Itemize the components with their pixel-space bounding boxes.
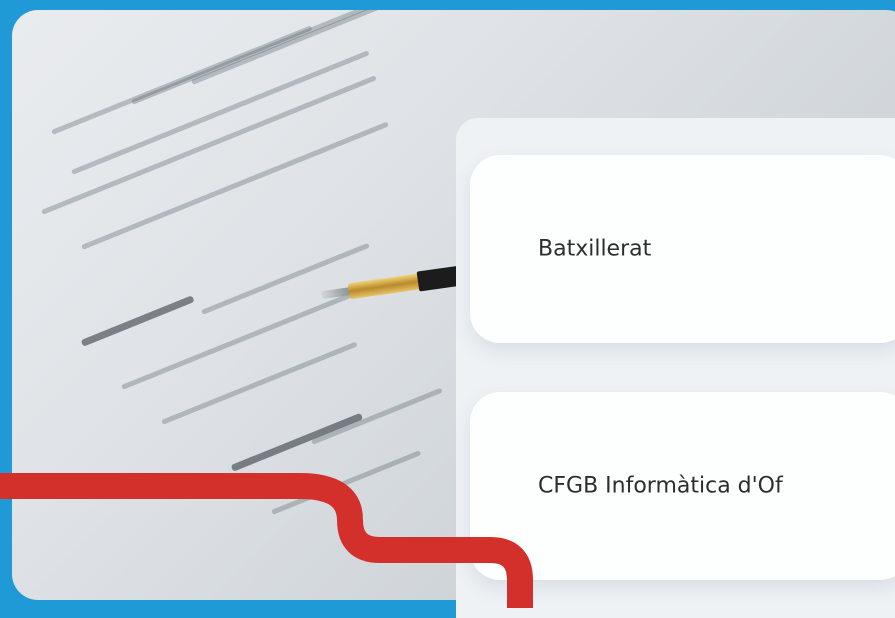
document-text-line xyxy=(161,341,358,425)
document-text-line xyxy=(271,450,422,515)
option-card-cfgb-informatica[interactable]: CFGB Informàtica d'Of xyxy=(470,392,895,580)
option-label: Batxillerat xyxy=(538,236,652,262)
document-text-line xyxy=(311,387,443,445)
document-heading-line xyxy=(80,295,195,347)
document-heading-line xyxy=(230,412,364,472)
option-label: CFGB Informàtica d'Of xyxy=(538,473,783,499)
document-text-line xyxy=(81,121,389,250)
option-card-batxillerat[interactable]: Batxillerat xyxy=(470,155,895,343)
document-text-line xyxy=(201,242,370,315)
